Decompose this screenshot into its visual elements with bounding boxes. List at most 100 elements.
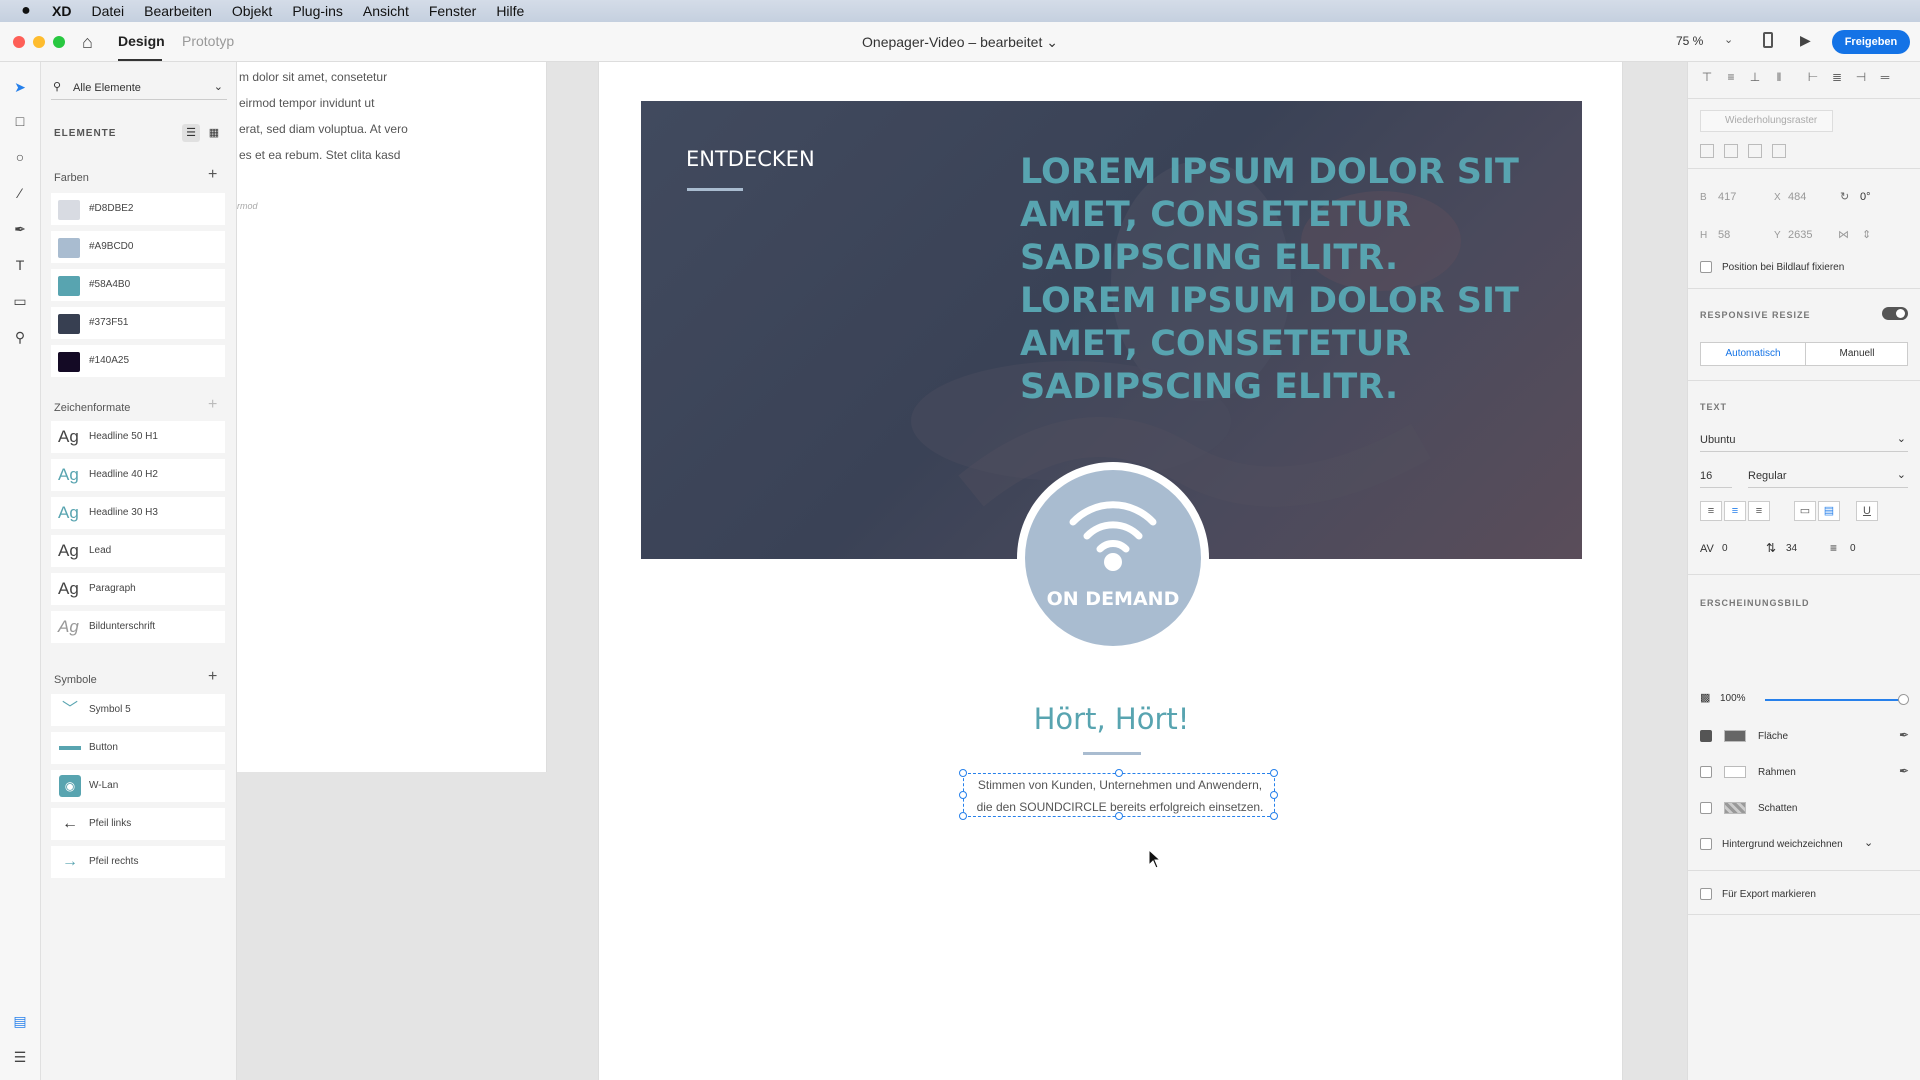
flip-horizontal-icon[interactable]: ⋈ [1838,228,1849,241]
background-blur-checkbox[interactable] [1700,838,1712,850]
underline-icon[interactable]: U [1856,501,1878,521]
menu-datei[interactable]: Datei [91,3,124,19]
color-swatch-item[interactable]: #373F51 [51,307,225,339]
boolean-intersect-icon[interactable] [1748,144,1762,158]
export-mark-checkbox[interactable] [1700,888,1712,900]
resize-handle[interactable] [1270,791,1278,799]
resize-handle[interactable] [1115,769,1123,777]
align-right-icon[interactable]: ⊣ [1854,70,1868,84]
line-spacing-field[interactable]: 34 [1786,543,1797,554]
boolean-add-icon[interactable] [1700,144,1714,158]
text-align-center-icon[interactable]: ≡ [1724,501,1746,521]
hero-headline[interactable]: LOREM IPSUM DOLOR SIT AMET, CONSETETUR S… [1020,151,1540,409]
resize-handle[interactable] [959,769,967,777]
assets-filter-dropdown[interactable]: ⚲ Alle Elemente ⌄ [51,78,227,100]
menu-bearbeiten[interactable]: Bearbeiten [144,3,212,19]
resize-auto-option[interactable]: Automatisch [1701,343,1805,365]
resize-handle[interactable] [959,812,967,820]
font-family-dropdown[interactable]: Ubuntu ⌄ [1700,433,1908,452]
text-align-left-icon[interactable]: ≡ [1700,501,1722,521]
assets-panel-icon[interactable]: ▤ [11,1012,29,1030]
grid-view-icon[interactable]: ▦ [205,124,223,142]
boolean-exclude-icon[interactable] [1772,144,1786,158]
eyedropper-icon[interactable]: ✒ [1899,764,1909,778]
char-style-item[interactable]: Ag Headline 50 H1 [51,421,225,453]
char-spacing-field[interactable]: 0 [1722,543,1728,554]
resize-handle[interactable] [959,791,967,799]
play-icon[interactable]: ▶ [1800,32,1811,49]
fixed-size-icon[interactable]: ▤ [1818,501,1840,521]
menu-ansicht[interactable]: Ansicht [363,3,409,19]
symbol-item[interactable]: ◉ W-Lan [51,770,225,802]
opacity-field[interactable]: 100% [1720,693,1746,704]
font-weight-dropdown[interactable]: Regular ⌄ [1748,469,1908,488]
symbol-item[interactable]: Button [51,732,225,764]
font-size-field[interactable]: 16 [1700,470,1732,488]
y-field[interactable]: 2635 [1788,229,1812,241]
menu-fenster[interactable]: Fenster [429,3,476,19]
char-style-item[interactable]: Ag Paragraph [51,573,225,605]
share-button[interactable]: Freigeben [1832,30,1910,54]
responsive-resize-toggle[interactable] [1882,307,1908,320]
distribute-horizontal-icon[interactable]: ═ [1878,70,1892,84]
section-title[interactable]: Hört, Hört! [599,702,1624,736]
symbol-item[interactable]: ﹀ Symbol 5 [51,694,225,726]
auto-width-icon[interactable]: ▭ [1794,501,1816,521]
color-swatch-item[interactable]: #D8DBE2 [51,193,225,225]
menu-hilfe[interactable]: Hilfe [496,3,524,19]
resize-handle[interactable] [1270,769,1278,777]
device-preview-icon[interactable] [1763,32,1773,48]
align-top-icon[interactable]: ⊤ [1700,70,1714,84]
artboard-tool-icon[interactable]: ▭ [11,292,29,310]
eyedropper-icon[interactable]: ✒ [1899,728,1909,742]
apple-icon[interactable]: ● [0,2,52,20]
add-char-style-icon[interactable]: + [208,396,217,414]
height-field[interactable]: 58 [1718,229,1730,241]
opacity-slider-handle[interactable] [1898,694,1909,705]
rotation-field[interactable]: 0° [1860,191,1871,203]
symbol-item[interactable]: → Pfeil rechts [51,846,225,878]
paragraph-spacing-field[interactable]: 0 [1850,543,1856,554]
align-left-icon[interactable]: ⊢ [1806,70,1820,84]
width-field[interactable]: 417 [1718,191,1736,203]
chevron-down-icon[interactable]: ⌄ [1864,836,1873,849]
flip-vertical-icon[interactable]: ⇕ [1862,228,1871,241]
zoom-tool-icon[interactable]: ⚲ [11,328,29,346]
pen-tool-icon[interactable]: ✒ [11,220,29,238]
border-checkbox[interactable] [1700,766,1712,778]
ellipse-tool-icon[interactable]: ○ [11,148,29,166]
repeat-grid-button[interactable]: Wiederholungsraster [1700,110,1833,132]
menu-plugins[interactable]: Plug-ins [292,3,343,19]
text-align-right-icon[interactable]: ≡ [1748,501,1770,521]
resize-handle[interactable] [1270,812,1278,820]
menu-objekt[interactable]: Objekt [232,3,272,19]
add-symbol-icon[interactable]: + [208,668,217,686]
hero-kicker[interactable]: ENTDECKEN [686,147,815,171]
selected-text-box[interactable]: Stimmen von Kunden, Unternehmen und Anwe… [959,769,1278,820]
rectangle-tool-icon[interactable]: □ [11,112,29,130]
shadow-checkbox[interactable] [1700,802,1712,814]
menu-app[interactable]: XD [52,3,71,19]
boolean-subtract-icon[interactable] [1724,144,1738,158]
opacity-slider-track[interactable] [1765,699,1903,701]
char-style-item[interactable]: Ag Headline 30 H3 [51,497,225,529]
add-color-icon[interactable]: + [208,166,217,184]
distribute-vertical-icon[interactable]: ‖ [1772,70,1786,84]
resize-manual-option[interactable]: Manuell [1805,343,1908,365]
fix-position-checkbox[interactable] [1700,261,1712,273]
char-style-item[interactable]: Ag Headline 40 H2 [51,459,225,491]
layers-panel-icon[interactable]: ☰ [11,1048,29,1066]
fill-color-swatch[interactable] [1724,730,1746,742]
color-swatch-item[interactable]: #A9BCD0 [51,231,225,263]
resize-handle[interactable] [1115,812,1123,820]
line-tool-icon[interactable]: ⁄ [11,184,29,202]
list-view-icon[interactable]: ☰ [182,124,200,142]
x-field[interactable]: 484 [1788,191,1806,203]
fill-checkbox[interactable] [1700,730,1712,742]
border-color-swatch[interactable] [1724,766,1746,778]
symbol-item[interactable]: ← Pfeil links [51,808,225,840]
artboard[interactable]: ENTDECKEN LOREM IPSUM DOLOR SIT AMET, CO… [598,62,1623,1080]
color-swatch-item[interactable]: #140A25 [51,345,225,377]
text-tool-icon[interactable]: T [11,256,29,274]
align-bottom-icon[interactable]: ⊥ [1748,70,1762,84]
